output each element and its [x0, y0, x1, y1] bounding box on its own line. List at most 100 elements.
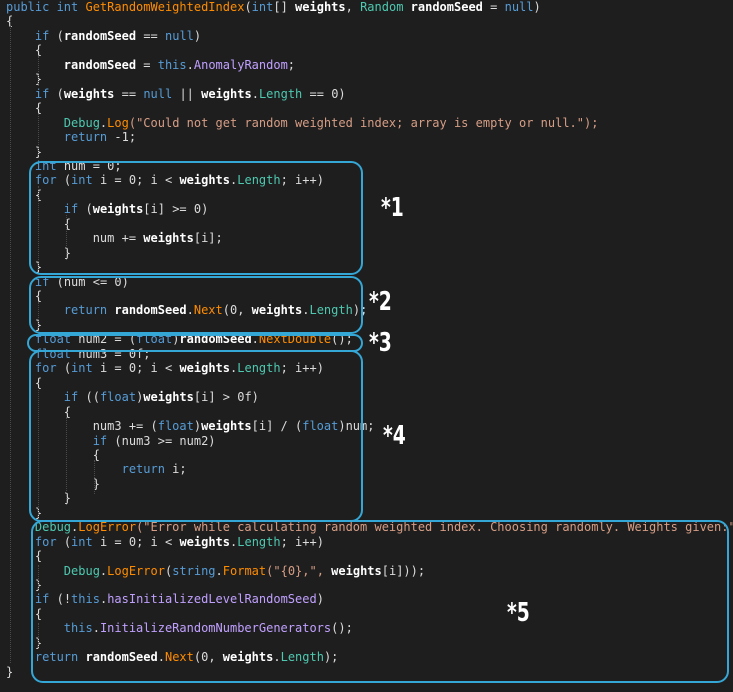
- code-line: this.InitializeRandomNumberGenerators();: [6, 621, 353, 635]
- code-token: this: [63, 621, 93, 636]
- code-token: ; i++): [280, 534, 324, 549]
- code-line: if (weights == null || weights.Length ==…: [6, 87, 346, 101]
- code-token: i = 0; i <: [99, 361, 180, 376]
- code-token: Next: [164, 650, 194, 665]
- code-line: num3 += (float)weights[i] / (float)num;: [6, 419, 375, 434]
- code-token: GetRandomWeightedIndex: [85, 0, 245, 14]
- indent-guide: [38, 186, 39, 270]
- code-token: .: [251, 332, 259, 347]
- code-token: }: [6, 72, 43, 87]
- code-token: (: [56, 28, 64, 43]
- code-line: }: [6, 506, 42, 520]
- code-line: public int GetRandomWeightedIndex(int[] …: [6, 0, 541, 14]
- code-line: {: [6, 448, 100, 462]
- code-token: =: [143, 57, 158, 72]
- code-token: (!: [56, 592, 72, 607]
- code-token: if: [92, 433, 115, 448]
- code-token: return: [63, 130, 115, 145]
- code-token: randomSeed: [114, 303, 187, 318]
- code-line: Debug.LogError(string.Format("{0},", wei…: [6, 564, 425, 578]
- code-token: ): [316, 592, 324, 607]
- code-line: if (!this.hasInitializedLevelRandomSeed): [6, 592, 324, 606]
- code-line: {: [6, 188, 42, 202]
- code-token: }: [6, 578, 43, 592]
- code-token: {: [6, 447, 100, 462]
- code-token: weights: [143, 231, 194, 246]
- code-line: }: [6, 636, 42, 650]
- code-token: int: [71, 361, 100, 376]
- code-token: return: [34, 650, 86, 665]
- code-token: }: [6, 635, 43, 650]
- code-token: .: [186, 303, 194, 318]
- code-token: weights: [295, 0, 346, 14]
- code-token: == 0): [309, 86, 346, 101]
- code-line: Debug.LogError("Error while calculating …: [6, 520, 733, 534]
- annotation-mark-1: *1: [381, 193, 404, 223]
- code-token: );: [352, 303, 368, 318]
- code-token: Log: [107, 115, 129, 130]
- code-token: string: [172, 563, 216, 578]
- code-token: weights: [179, 173, 231, 188]
- code-line: return randomSeed.Next(0, weights.Length…: [6, 303, 368, 318]
- code-token: if: [34, 274, 57, 289]
- annotation-mark-4: *4: [383, 421, 406, 451]
- code-token: AnomalyRandom: [193, 57, 288, 72]
- code-token: Length: [237, 173, 281, 188]
- code-token: weights: [251, 303, 303, 318]
- code-token: null: [165, 28, 194, 43]
- code-token: Length: [237, 534, 281, 549]
- code-token: {: [6, 549, 43, 564]
- code-token: }: [6, 664, 14, 679]
- code-token: )num;: [338, 419, 375, 434]
- code-token: null: [143, 86, 180, 101]
- code-line: int num = 0;: [6, 159, 122, 173]
- code-token: [i]));: [381, 563, 426, 578]
- code-token: (: [63, 173, 72, 188]
- code-token: this: [71, 592, 100, 607]
- code-token: ();: [331, 332, 353, 347]
- code-token: ==: [121, 86, 144, 101]
- code-token: [i];: [193, 231, 223, 246]
- indent-guide: [38, 302, 39, 328]
- code-token: Length: [280, 650, 324, 665]
- code-line: {: [6, 101, 42, 115]
- code-line: for (int i = 0; i < weights.Length; i++): [6, 361, 324, 375]
- code-token: ;: [287, 57, 296, 72]
- code-token: if: [34, 28, 57, 43]
- code-token: (: [63, 361, 72, 376]
- code-token: =: [490, 0, 505, 14]
- code-line: float num3 = 0f;: [6, 347, 151, 361]
- code-token: {: [6, 43, 43, 58]
- code-token: ): [193, 28, 202, 43]
- code-token: int: [251, 0, 274, 14]
- code-token: ): [533, 0, 541, 14]
- code-token: for: [34, 361, 64, 376]
- code-line: {: [6, 549, 42, 563]
- code-line: return i;: [6, 462, 187, 476]
- code-line: randomSeed = this.AnomalyRandom;: [6, 58, 295, 72]
- code-token: num +=: [6, 231, 144, 246]
- code-token: num = 0;: [63, 158, 122, 173]
- code-token: ; i++): [280, 361, 324, 376]
- code-token: weights: [63, 86, 122, 101]
- code-token: randomSeed: [63, 57, 144, 72]
- indent-guide: [38, 388, 39, 519]
- code-token: NextDouble: [258, 332, 332, 347]
- code-line: if (num <= 0): [6, 275, 129, 289]
- code-token: num3 = 0f;: [78, 346, 151, 361]
- code-token: return: [121, 462, 173, 477]
- code-token: .: [273, 650, 281, 665]
- code-token: (: [244, 0, 252, 14]
- code-token: }: [6, 476, 100, 491]
- code-token: public: [6, 0, 57, 14]
- code-token: -1;: [114, 130, 137, 145]
- code-line: float num2 = (float)randomSeed.NextDoubl…: [6, 332, 353, 346]
- code-token: {: [6, 289, 43, 303]
- code-line: }: [6, 145, 42, 159]
- code-token: int: [34, 158, 64, 173]
